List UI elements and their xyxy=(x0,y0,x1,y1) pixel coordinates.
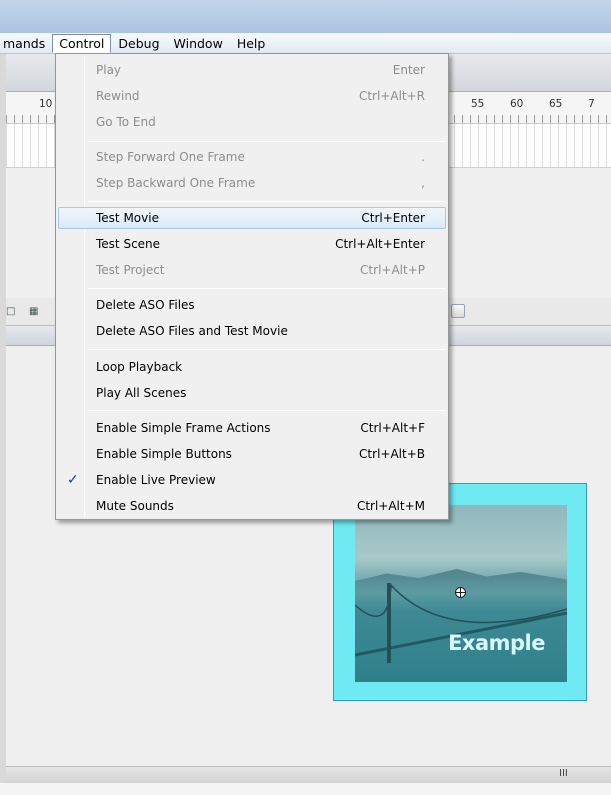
status-bar xyxy=(0,783,611,795)
menu-separator xyxy=(88,410,446,411)
menu-item-shortcut: Ctrl+Alt+P xyxy=(360,263,425,277)
menu-item-shortcut: . xyxy=(421,150,425,164)
menu-item-label: Test Scene xyxy=(96,237,161,251)
menu-item-label: Rewind xyxy=(96,89,140,103)
menu-item-play-all-scenes[interactable]: Play All Scenes xyxy=(58,382,446,404)
menu-commands[interactable]: mands xyxy=(0,34,52,53)
menu-item-shortcut: Enter xyxy=(392,63,425,77)
menu-item-shortcut: Ctrl+Alt+F xyxy=(360,421,425,435)
menu-item-label: Mute Sounds xyxy=(96,499,174,513)
ruler-label: 10 xyxy=(39,98,53,110)
menu-item-loop-playback[interactable]: Loop Playback xyxy=(58,356,446,378)
menu-item-simple-frame-actions[interactable]: Enable Simple Frame Actions Ctrl+Alt+F xyxy=(58,417,446,439)
menu-debug[interactable]: Debug xyxy=(111,34,166,53)
menu-item-label: Step Backward One Frame xyxy=(96,176,256,190)
menu-control[interactable]: Control xyxy=(52,33,112,53)
horizontal-scrollbar[interactable]: III xyxy=(6,766,611,783)
onion-skin-icon[interactable]: □ xyxy=(6,307,17,317)
menu-item-shortcut: Ctrl+Alt+B xyxy=(359,447,425,461)
menu-item-step-forward[interactable]: Step Forward One Frame . xyxy=(58,146,446,168)
menu-separator xyxy=(88,141,446,142)
menu-item-label: Play xyxy=(96,63,122,77)
menu-item-test-scene[interactable]: Test Scene Ctrl+Alt+Enter xyxy=(58,233,446,255)
menu-item-label: Enable Simple Buttons xyxy=(96,447,232,461)
menu-item-test-project[interactable]: Test Project Ctrl+Alt+P xyxy=(58,259,446,281)
menu-item-mute-sounds[interactable]: Mute Sounds Ctrl+Alt+M xyxy=(58,495,446,517)
menu-bar: mands Control Debug Window Help xyxy=(0,33,611,54)
menu-separator xyxy=(88,201,446,202)
menu-separator xyxy=(88,288,446,289)
menu-item-label: Enable Live Preview xyxy=(96,473,216,487)
menu-separator xyxy=(88,349,446,350)
registration-point-icon xyxy=(455,587,466,598)
control-menu: Play Enter Rewind Ctrl+Alt+R Go To End S… xyxy=(55,53,449,520)
menu-item-live-preview[interactable]: ✓ Enable Live Preview xyxy=(58,469,446,491)
clip-caption: Example xyxy=(448,631,545,655)
menu-item-label: Test Movie xyxy=(96,211,159,225)
menu-item-shortcut: , xyxy=(421,176,425,190)
menu-item-play[interactable]: Play Enter xyxy=(58,59,446,81)
menu-item-shortcut: Ctrl+Alt+R xyxy=(358,89,425,103)
menu-item-label: Loop Playback xyxy=(96,360,183,374)
menu-item-label: Step Forward One Frame xyxy=(96,150,245,164)
menu-item-shortcut: Ctrl+Alt+M xyxy=(356,499,425,513)
menu-item-label: Go To End xyxy=(96,115,156,129)
ruler-label: 65 xyxy=(549,98,563,110)
timeline-scroll-thumb[interactable] xyxy=(451,304,465,318)
ruler-label: 7 xyxy=(588,98,595,110)
window-title-bar xyxy=(0,0,611,33)
menu-item-go-to-end[interactable]: Go To End xyxy=(58,111,446,133)
menu-item-simple-buttons[interactable]: Enable Simple Buttons Ctrl+Alt+B xyxy=(58,443,446,465)
menu-help[interactable]: Help xyxy=(230,34,273,53)
menu-item-test-movie[interactable]: Test Movie Ctrl+Enter xyxy=(58,207,446,229)
menu-item-label: Test Project xyxy=(96,263,165,277)
menu-item-step-backward[interactable]: Step Backward One Frame , xyxy=(58,172,446,194)
menu-item-delete-aso-test-movie[interactable]: Delete ASO Files and Test Movie xyxy=(58,320,446,342)
scrollbar-grip-icon[interactable]: III xyxy=(559,768,568,779)
ruler-label: 60 xyxy=(510,98,524,110)
menu-item-label: Enable Simple Frame Actions xyxy=(96,421,271,435)
checkmark-icon: ✓ xyxy=(67,472,79,488)
menu-item-delete-aso[interactable]: Delete ASO Files xyxy=(58,294,446,316)
menu-window[interactable]: Window xyxy=(167,34,230,53)
menu-item-label: Play All Scenes xyxy=(96,386,187,400)
menu-item-rewind[interactable]: Rewind Ctrl+Alt+R xyxy=(58,85,446,107)
menu-item-label: Delete ASO Files xyxy=(96,298,195,312)
ruler-label: 55 xyxy=(471,98,485,110)
menu-item-shortcut: Ctrl+Enter xyxy=(361,211,425,225)
menu-item-shortcut: Ctrl+Alt+Enter xyxy=(335,237,425,251)
menu-item-label: Delete ASO Files and Test Movie xyxy=(96,324,288,338)
edit-multiple-frames-icon[interactable]: ▦ xyxy=(29,307,40,317)
